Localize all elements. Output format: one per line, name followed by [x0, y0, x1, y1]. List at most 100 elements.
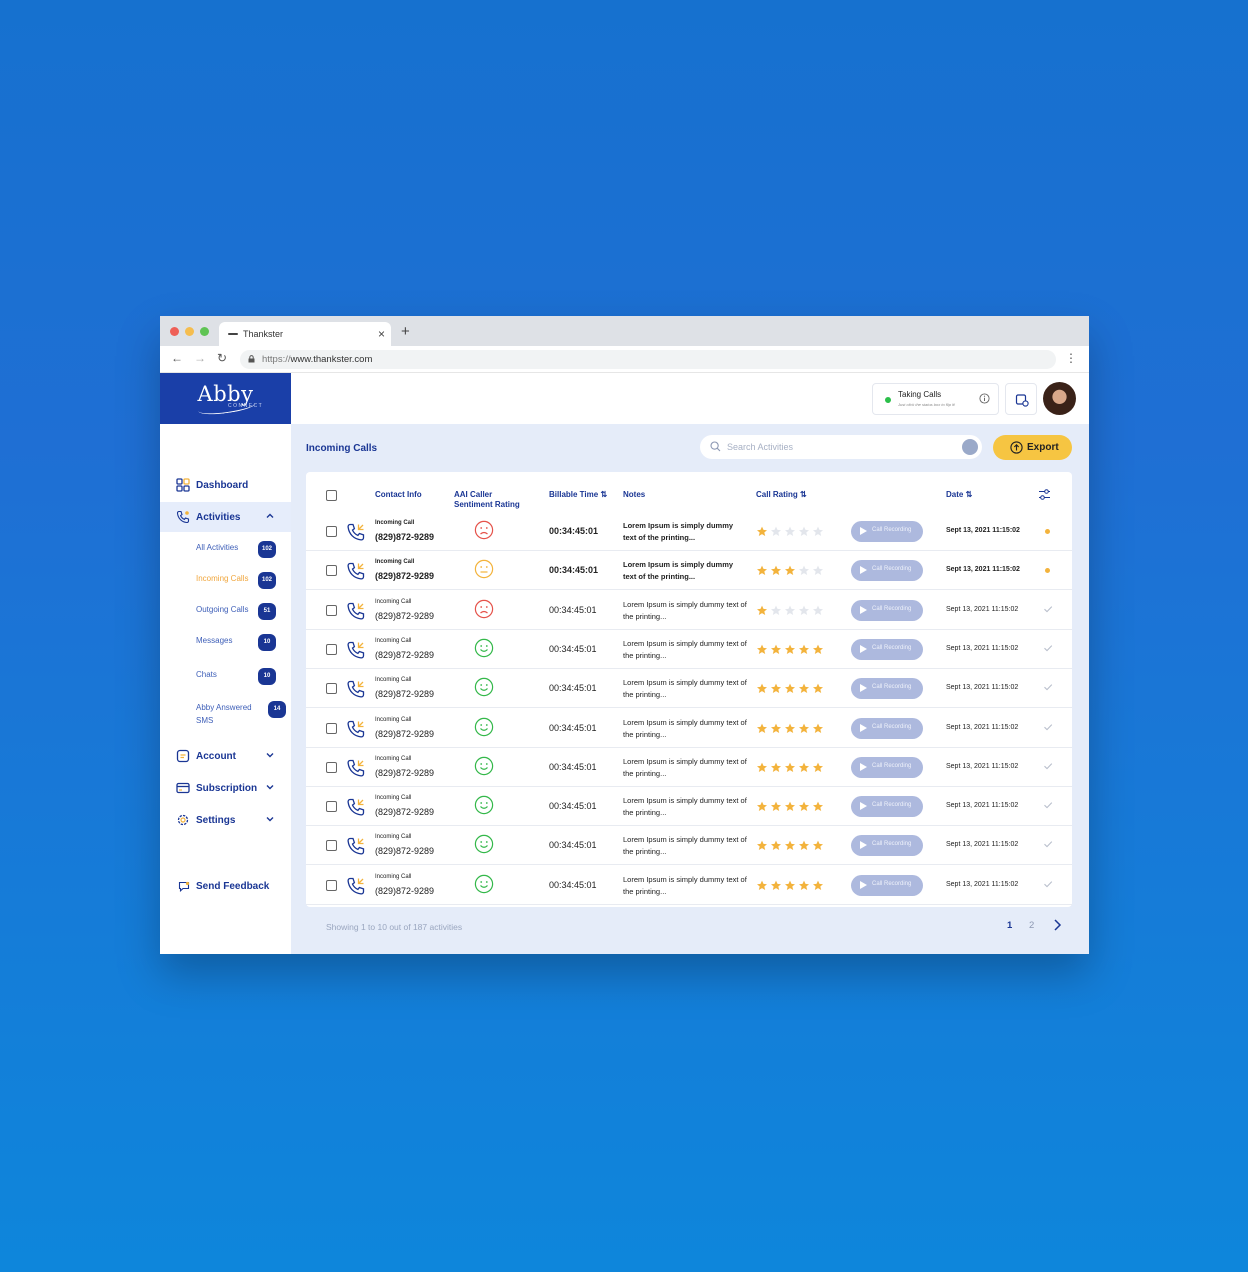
url-field[interactable]: https://www.thankster.com	[240, 350, 1056, 369]
call-recording-button[interactable]: Call Recording	[851, 521, 923, 542]
star-filled-icon[interactable]	[756, 880, 768, 891]
star-filled-icon[interactable]	[770, 880, 782, 891]
star-filled-icon[interactable]	[812, 801, 824, 812]
page-1-button[interactable]: 1	[1007, 920, 1012, 931]
col-header-date[interactable]: Date ⇅	[946, 490, 972, 500]
browser-menu-icon[interactable]: ⋮	[1065, 351, 1077, 365]
star-filled-icon[interactable]	[756, 526, 768, 537]
star-empty-icon[interactable]	[812, 565, 824, 576]
call-recording-button[interactable]: Call Recording	[851, 678, 923, 700]
star-empty-icon[interactable]	[784, 605, 796, 616]
phone-number[interactable]: (829)872-9289	[375, 846, 434, 856]
star-empty-icon[interactable]	[798, 526, 810, 537]
close-tab-icon[interactable]: ×	[378, 327, 385, 341]
call-rating[interactable]	[756, 801, 824, 812]
sidebar-item-dashboard[interactable]: Dashboard	[160, 470, 291, 500]
star-filled-icon[interactable]	[770, 840, 782, 851]
star-filled-icon[interactable]	[770, 762, 782, 773]
star-empty-icon[interactable]	[812, 605, 824, 616]
call-status-toggle[interactable]: Taking Calls Just click the status box t…	[872, 383, 999, 415]
sidebar-subitem-all-activities[interactable]: All Activities 102	[196, 541, 286, 558]
col-header-rating[interactable]: Call Rating ⇅	[756, 490, 807, 500]
call-rating[interactable]	[756, 526, 824, 537]
star-filled-icon[interactable]	[784, 840, 796, 851]
table-row[interactable]: Incoming Call (829)872-9289 00:34:45:01 Lor…	[306, 551, 1072, 591]
call-recording-button[interactable]: Call Recording	[851, 835, 923, 857]
row-checkbox[interactable]	[326, 879, 337, 891]
col-header-billable[interactable]: Billable Time ⇅	[549, 490, 607, 500]
sidebar-subitem-abby-answered-sms[interactable]: Abby Answered SMS 14	[196, 701, 286, 727]
call-rating[interactable]	[756, 762, 824, 773]
next-page-icon[interactable]	[1052, 918, 1062, 932]
star-filled-icon[interactable]	[812, 683, 824, 694]
star-filled-icon[interactable]	[798, 723, 810, 734]
notifications-button[interactable]	[1005, 383, 1037, 415]
star-filled-icon[interactable]	[770, 683, 782, 694]
row-checkbox[interactable]	[326, 683, 337, 695]
star-filled-icon[interactable]	[756, 801, 768, 812]
chevron-up-icon[interactable]	[265, 511, 275, 521]
phone-number[interactable]: (829)872-9289	[375, 650, 434, 660]
row-checkbox[interactable]	[326, 722, 337, 734]
select-all-checkbox[interactable]	[326, 490, 337, 501]
star-empty-icon[interactable]	[812, 526, 824, 537]
star-empty-icon[interactable]	[770, 605, 782, 616]
filter-icon[interactable]	[962, 439, 978, 455]
row-checkbox[interactable]	[326, 761, 337, 773]
call-recording-button[interactable]: Call Recording	[851, 717, 923, 739]
brand-logo[interactable]: Abby CONNECT	[160, 373, 291, 424]
sidebar-subitem-incoming-calls[interactable]: Incoming Calls 102	[196, 572, 286, 589]
sidebar-item-activities[interactable]: Activities	[160, 502, 291, 532]
star-filled-icon[interactable]	[798, 880, 810, 891]
col-header-sentiment[interactable]: AAI Caller Sentiment Rating	[454, 490, 526, 510]
table-row[interactable]: Incoming Call (829)872-9289 00:34:45:01 Lor…	[306, 669, 1072, 709]
search-input[interactable]: Search Activities	[700, 435, 982, 459]
star-filled-icon[interactable]	[756, 723, 768, 734]
info-icon[interactable]	[979, 393, 990, 404]
star-filled-icon[interactable]	[798, 683, 810, 694]
call-recording-button[interactable]: Call Recording	[851, 756, 923, 778]
close-window-button[interactable]	[170, 327, 179, 336]
star-filled-icon[interactable]	[784, 644, 796, 655]
back-arrow-icon[interactable]: ←	[171, 351, 183, 365]
star-filled-icon[interactable]	[798, 840, 810, 851]
sidebar-item-subscription[interactable]: Subscription	[160, 773, 291, 803]
sidebar-subitem-chats[interactable]: Chats 10	[196, 668, 286, 685]
star-filled-icon[interactable]	[812, 762, 824, 773]
export-button[interactable]: Export	[993, 435, 1072, 460]
star-filled-icon[interactable]	[812, 723, 824, 734]
star-filled-icon[interactable]	[798, 644, 810, 655]
browser-tab[interactable]: Thankster ×	[219, 322, 391, 346]
call-recording-button[interactable]: Call Recording	[851, 796, 923, 818]
star-filled-icon[interactable]	[756, 762, 768, 773]
phone-number[interactable]: (829)872-9289	[375, 886, 434, 896]
sort-icon[interactable]: ⇅	[966, 490, 973, 499]
star-filled-icon[interactable]	[812, 880, 824, 891]
call-rating[interactable]	[756, 840, 824, 851]
star-filled-icon[interactable]	[756, 644, 768, 655]
forward-arrow-icon[interactable]: →	[194, 351, 206, 365]
row-checkbox[interactable]	[326, 801, 337, 813]
phone-number[interactable]: (829)872-9289	[375, 689, 434, 699]
call-recording-button[interactable]: Call Recording	[851, 599, 923, 621]
phone-number[interactable]: (829)872-9289	[375, 611, 434, 621]
send-feedback-button[interactable]: Send Feedback	[178, 881, 269, 892]
table-row[interactable]: Incoming Call (829)872-9289 00:34:45:01 Lor…	[306, 512, 1072, 551]
row-checkbox[interactable]	[326, 526, 337, 537]
star-filled-icon[interactable]	[784, 723, 796, 734]
minimize-window-button[interactable]	[185, 327, 194, 336]
star-empty-icon[interactable]	[770, 526, 782, 537]
star-filled-icon[interactable]	[770, 723, 782, 734]
column-settings-icon[interactable]	[1038, 488, 1051, 501]
star-filled-icon[interactable]	[770, 801, 782, 812]
star-filled-icon[interactable]	[770, 644, 782, 655]
star-filled-icon[interactable]	[756, 565, 768, 576]
table-row[interactable]: Incoming Call (829)872-9289 00:34:45:01 Lor…	[306, 748, 1072, 787]
new-tab-icon[interactable]: +	[401, 323, 410, 340]
star-empty-icon[interactable]	[798, 565, 810, 576]
chevron-down-icon[interactable]	[265, 750, 275, 760]
table-row[interactable]: Incoming Call (829)872-9289 00:34:45:01 Lor…	[306, 787, 1072, 827]
star-empty-icon[interactable]	[798, 605, 810, 616]
row-checkbox[interactable]	[326, 840, 337, 852]
call-rating[interactable]	[756, 565, 824, 576]
